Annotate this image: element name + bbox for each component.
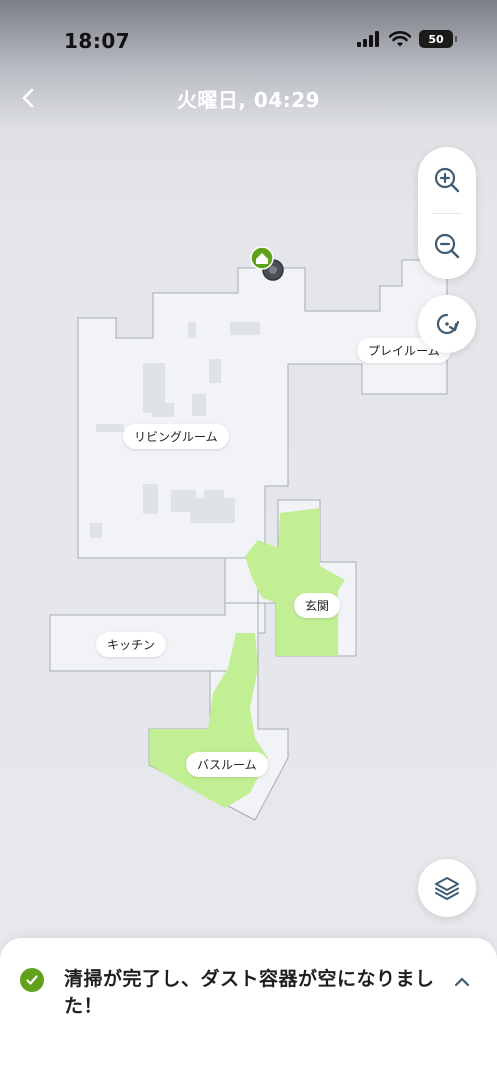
room-living-play [77, 259, 448, 559]
signal-icon [357, 31, 379, 47]
zoom-in-icon [434, 167, 460, 193]
page-title: 火曜日, 04:29 [176, 88, 321, 112]
status-time: 18:07 [64, 29, 131, 53]
wifi-icon [389, 31, 411, 47]
zoom-controls [418, 147, 476, 279]
status-bar: 18:07 50 [0, 0, 497, 80]
layers-icon [435, 877, 459, 900]
room-label-entrance[interactable]: 玄関 [294, 593, 341, 618]
status-icons: 50 [357, 30, 457, 48]
expand-button[interactable] [448, 970, 476, 994]
zoom-out-button[interactable] [418, 217, 476, 275]
battery-icon: 50 [419, 30, 457, 48]
room-label-bath[interactable]: バスルーム [186, 752, 268, 777]
battery-level: 50 [428, 32, 444, 46]
rotate-map-button[interactable] [418, 295, 476, 353]
zoom-out-icon [434, 233, 460, 259]
check-circle-icon [20, 968, 44, 992]
zoom-divider [432, 213, 462, 214]
chevron-up-icon [454, 977, 470, 987]
zoom-in-button[interactable] [418, 151, 476, 209]
map-layers-button[interactable] [418, 859, 476, 917]
nav-bar: 火曜日, 04:29 [0, 78, 497, 118]
rotate-icon [436, 313, 460, 335]
room-label-kitchen[interactable]: キッチン [96, 632, 167, 657]
notification-message: 清掃が完了し、ダスト容器が空になりました！ [64, 968, 435, 1017]
room-label-living[interactable]: リビングルーム [123, 424, 229, 449]
notification-sheet[interactable]: 清掃が完了し、ダスト容器が空になりました！ [0, 938, 497, 1080]
